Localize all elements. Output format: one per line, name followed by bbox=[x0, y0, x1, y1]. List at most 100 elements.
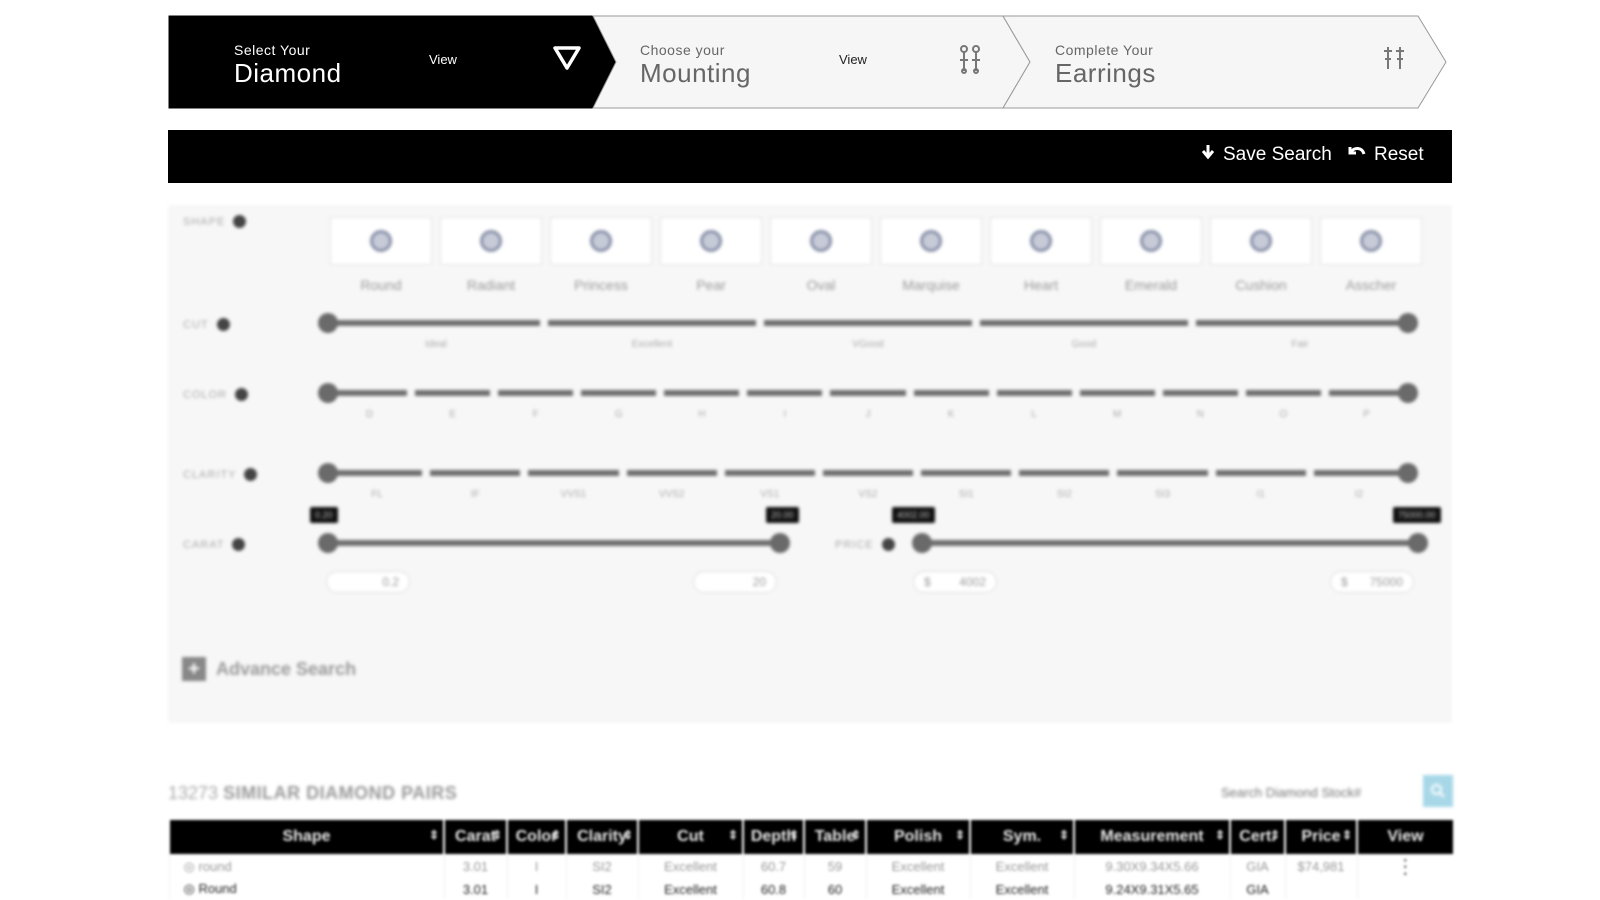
slider-segment[interactable] bbox=[626, 470, 717, 476]
shape-option-heart[interactable]: Heart bbox=[990, 217, 1092, 293]
slider-min-handle[interactable] bbox=[318, 463, 338, 483]
slider-segment[interactable] bbox=[1196, 320, 1404, 326]
sort-icon[interactable]: ⇕ bbox=[1342, 828, 1352, 842]
row-menu-icon[interactable] bbox=[1356, 879, 1453, 899]
info-icon[interactable] bbox=[233, 215, 247, 228]
slider-segment[interactable] bbox=[581, 390, 657, 396]
column-header-carat[interactable]: Carat ⇕ bbox=[443, 820, 507, 854]
save-search-button[interactable]: Save Search bbox=[1201, 144, 1332, 166]
sort-icon[interactable]: ⇕ bbox=[1215, 828, 1225, 842]
step-1-view-link[interactable]: View bbox=[429, 52, 457, 67]
reset-button[interactable]: Reset bbox=[1348, 144, 1424, 166]
stock-search-input[interactable] bbox=[1213, 777, 1437, 807]
slider-segment[interactable] bbox=[764, 320, 972, 326]
slider-segment[interactable] bbox=[921, 470, 1012, 476]
carat-max-handle[interactable] bbox=[770, 533, 790, 553]
shape-option-cushion[interactable]: Cushion bbox=[1210, 217, 1312, 293]
color-slider[interactable] bbox=[318, 383, 1418, 403]
info-icon[interactable] bbox=[216, 318, 230, 331]
price-min-handle[interactable] bbox=[912, 533, 932, 553]
column-header-depth[interactable]: Depth ⇕ bbox=[742, 820, 804, 854]
shape-button[interactable] bbox=[990, 217, 1092, 265]
sort-icon[interactable]: ⇕ bbox=[1059, 828, 1069, 842]
slider-segment[interactable] bbox=[528, 470, 619, 476]
price-max-handle[interactable] bbox=[1408, 533, 1428, 553]
slider-segment[interactable] bbox=[332, 320, 540, 326]
stock-search-button[interactable] bbox=[1423, 775, 1453, 807]
column-header-table[interactable]: Table ⇕ bbox=[803, 820, 866, 854]
info-icon[interactable] bbox=[235, 388, 249, 401]
shape-option-round[interactable]: Round bbox=[330, 217, 432, 293]
sort-icon[interactable]: ⇕ bbox=[789, 828, 799, 842]
slider-segment[interactable] bbox=[724, 470, 815, 476]
carat-range-slider[interactable] bbox=[318, 533, 790, 553]
slider-segment[interactable] bbox=[332, 470, 423, 476]
slider-segment[interactable] bbox=[1117, 470, 1208, 476]
shape-option-emerald[interactable]: Emerald bbox=[1100, 217, 1202, 293]
column-header-measurement[interactable]: Measurement ⇕ bbox=[1073, 820, 1230, 854]
clarity-slider[interactable] bbox=[318, 463, 1418, 483]
table-row[interactable]: ◎ round 3.01 I SI2 Excellent 60.7 59 Excellent E… bbox=[168, 854, 1453, 879]
slider-max-handle[interactable] bbox=[1398, 463, 1418, 483]
shape-option-oval[interactable]: Oval bbox=[770, 217, 872, 293]
column-header-cut[interactable]: Cut ⇕ bbox=[637, 820, 743, 854]
step-2-view-link[interactable]: View bbox=[839, 52, 867, 67]
slider-segment[interactable] bbox=[332, 390, 408, 396]
sort-icon[interactable]: ⇕ bbox=[1270, 828, 1280, 842]
table-row[interactable]: ◎ Round 3.01 I SI2 Excellent 60.8 60 Excellent E… bbox=[168, 879, 1453, 899]
slider-segment[interactable] bbox=[430, 470, 521, 476]
info-icon[interactable] bbox=[232, 538, 246, 551]
slider-max-handle[interactable] bbox=[1398, 313, 1418, 333]
carat-min-input[interactable]: 0.2 bbox=[326, 571, 410, 593]
shape-option-pear[interactable]: Pear bbox=[660, 217, 762, 293]
column-header-view[interactable]: View bbox=[1356, 820, 1453, 854]
slider-segment[interactable] bbox=[1215, 470, 1306, 476]
sort-icon[interactable]: ⇕ bbox=[492, 828, 502, 842]
slider-max-handle[interactable] bbox=[1398, 383, 1418, 403]
shape-button[interactable] bbox=[550, 217, 652, 265]
carat-min-handle[interactable] bbox=[318, 533, 338, 553]
shape-option-radiant[interactable]: Radiant bbox=[440, 217, 542, 293]
shape-button[interactable] bbox=[330, 217, 432, 265]
column-header-sym[interactable]: Sym. ⇕ bbox=[969, 820, 1074, 854]
sort-icon[interactable]: ⇕ bbox=[551, 828, 561, 842]
sort-icon[interactable]: ⇕ bbox=[955, 828, 965, 842]
slider-segment[interactable] bbox=[913, 390, 989, 396]
step-choose-mounting[interactable]: Choose your Mounting View bbox=[588, 15, 1008, 109]
column-header-price[interactable]: Price ⇕ bbox=[1284, 820, 1357, 854]
price-max-input[interactable]: $ 75000 bbox=[1330, 571, 1414, 593]
slider-segment[interactable] bbox=[548, 320, 756, 326]
carat-max-input[interactable]: 20 bbox=[693, 571, 777, 593]
slider-segment[interactable] bbox=[1328, 390, 1404, 396]
info-icon[interactable] bbox=[244, 468, 258, 481]
advance-search-toggle[interactable]: + Advance Search bbox=[182, 657, 356, 681]
sort-icon[interactable]: ⇕ bbox=[623, 828, 633, 842]
shape-button[interactable] bbox=[770, 217, 872, 265]
step-select-diamond[interactable]: Select Your Diamond View bbox=[168, 15, 588, 109]
slider-segment[interactable] bbox=[996, 390, 1072, 396]
slider-min-handle[interactable] bbox=[318, 313, 338, 333]
column-header-clarity[interactable]: Clarity ⇕ bbox=[565, 820, 638, 854]
price-range-slider[interactable] bbox=[912, 533, 1428, 553]
shape-option-princess[interactable]: Princess bbox=[550, 217, 652, 293]
slider-segment[interactable] bbox=[1162, 390, 1238, 396]
slider-segment[interactable] bbox=[1079, 390, 1155, 396]
slider-segment[interactable] bbox=[664, 390, 740, 396]
column-header-color[interactable]: Color ⇕ bbox=[506, 820, 566, 854]
slider-segment[interactable] bbox=[1245, 390, 1321, 396]
shape-button[interactable] bbox=[1320, 217, 1422, 265]
shape-button[interactable] bbox=[1100, 217, 1202, 265]
shape-button[interactable] bbox=[880, 217, 982, 265]
slider-segment[interactable] bbox=[498, 390, 574, 396]
slider-segment[interactable] bbox=[1019, 470, 1110, 476]
slider-segment[interactable] bbox=[980, 320, 1188, 326]
sort-icon[interactable]: ⇕ bbox=[728, 828, 738, 842]
price-min-input[interactable]: $ 4002 bbox=[913, 571, 997, 593]
column-header-polish[interactable]: Polish ⇕ bbox=[865, 820, 970, 854]
column-header-shape[interactable]: Shape ⇕ bbox=[168, 820, 444, 854]
step-complete-earrings[interactable]: Complete Your Earrings bbox=[1003, 15, 1443, 109]
row-menu-icon[interactable]: ⋮ bbox=[1356, 854, 1453, 879]
shape-button[interactable] bbox=[440, 217, 542, 265]
slider-segment[interactable] bbox=[822, 470, 914, 476]
shape-option-asscher[interactable]: Asscher bbox=[1320, 217, 1422, 293]
